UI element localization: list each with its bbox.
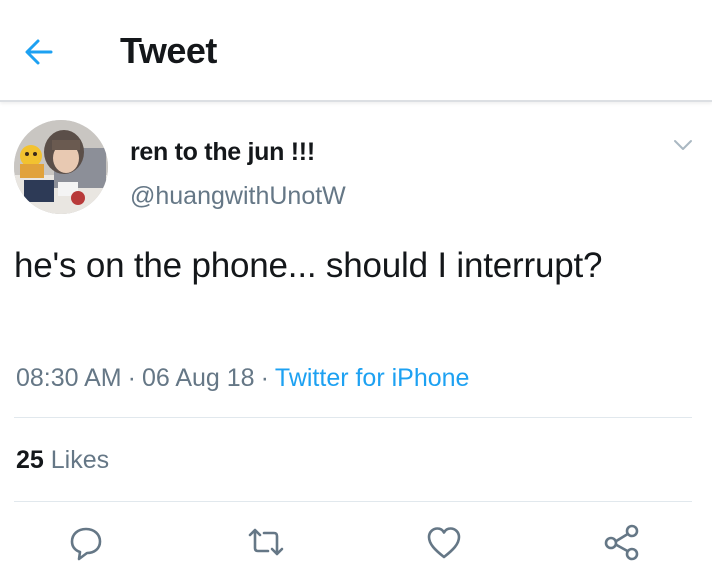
likes-number: 25 xyxy=(16,446,44,474)
divider xyxy=(14,501,692,502)
retweet-icon[interactable] xyxy=(246,522,286,562)
display-name[interactable]: ren to the jun !!! xyxy=(130,138,315,167)
user-handle[interactable]: @huangwithUnotW xyxy=(130,182,346,211)
like-icon[interactable] xyxy=(424,522,464,562)
tweet-metadata: 08:30 AM · 06 Aug 18 · Twitter for iPhone xyxy=(16,364,469,393)
avatar-photo xyxy=(14,120,108,214)
likes-count[interactable]: 25 Likes xyxy=(16,446,109,475)
separator-dot: · xyxy=(260,364,269,392)
chevron-down-icon[interactable] xyxy=(672,138,694,152)
tweet-date: 06 Aug 18 xyxy=(141,364,255,392)
top-app-bar: Tweet xyxy=(0,0,712,102)
tweet-source-link[interactable]: Twitter for iPhone xyxy=(275,364,470,392)
back-arrow-icon[interactable] xyxy=(20,33,58,71)
page-title: Tweet xyxy=(120,30,217,71)
tweet-text: he's on the phone... should I interrupt? xyxy=(14,246,603,285)
share-icon[interactable] xyxy=(602,522,642,562)
likes-label: Likes xyxy=(50,446,110,474)
tweet-time: 08:30 AM xyxy=(16,364,122,392)
reply-icon[interactable] xyxy=(66,522,106,562)
avatar[interactable] xyxy=(14,120,108,214)
separator-dot: · xyxy=(127,364,136,392)
divider xyxy=(14,417,692,418)
